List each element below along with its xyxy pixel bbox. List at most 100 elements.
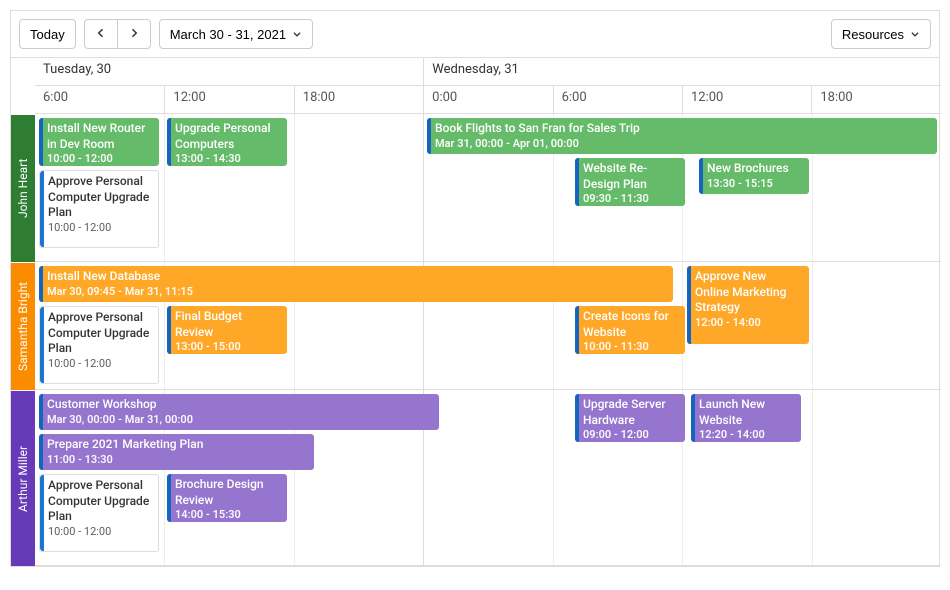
appointment-title: Install New Router in Dev Room <box>47 121 153 152</box>
appointment[interactable]: Approve New Online Marketing Strategy 12… <box>687 266 809 344</box>
resources-dropdown[interactable]: Resources <box>831 19 931 49</box>
time-slot: 0:00 <box>423 86 552 114</box>
resource-label-samantha[interactable]: Samantha Bright <box>11 262 35 390</box>
appointment-time: 13:00 - 15:00 <box>175 340 281 354</box>
chevron-right-icon <box>128 27 140 42</box>
appointment-stripe <box>691 394 695 442</box>
appointment-stripe <box>39 394 43 430</box>
appointment[interactable]: Launch New Website 12:20 - 14:00 <box>691 394 801 442</box>
appointment-title: Upgrade Server Hardware <box>583 397 679 428</box>
grid-area: Tuesday, 30 Wednesday, 31 6:00 12:00 18:… <box>35 58 941 566</box>
appointment-time: 14:00 - 15:30 <box>175 508 281 522</box>
appointment[interactable]: Create Icons for Website 10:00 - 11:30 <box>575 306 685 354</box>
appointment-title: New Brochures <box>707 161 803 177</box>
day-header-row: Tuesday, 30 Wednesday, 31 <box>35 58 941 86</box>
appointment-title: Approve Personal Computer Upgrade Plan <box>48 478 152 525</box>
time-header-row: 6:00 12:00 18:00 0:00 6:00 12:00 18:00 <box>35 86 941 114</box>
day-header[interactable]: Wednesday, 31 <box>423 58 941 86</box>
appointment-stripe <box>575 306 579 354</box>
appointment[interactable]: Approve Personal Computer Upgrade Plan 1… <box>39 474 159 552</box>
time-slot: 18:00 <box>294 86 423 114</box>
scheduler-body: John Heart Samantha Bright Arthur Miller… <box>11 58 939 566</box>
appointment[interactable]: Upgrade Personal Computers 13:00 - 14:30 <box>167 118 287 166</box>
appointment[interactable]: Install New Database Mar 30, 09:45 - Mar… <box>39 266 673 302</box>
appointment-stripe <box>40 307 44 383</box>
appointment-stripe <box>40 475 44 551</box>
chevron-down-icon <box>910 27 920 42</box>
appointment-title: Brochure Design Review <box>175 477 281 508</box>
today-button[interactable]: Today <box>19 19 76 49</box>
appointment-time: 10:00 - 11:30 <box>583 340 679 354</box>
resource-axis: John Heart Samantha Bright Arthur Miller <box>11 58 35 566</box>
resource-label-arthur[interactable]: Arthur Miller <box>11 390 35 566</box>
appointment[interactable]: Final Budget Review 13:00 - 15:00 <box>167 306 287 354</box>
appointment[interactable]: Upgrade Server Hardware 09:00 - 12:00 <box>575 394 685 442</box>
appointment-time: 10:00 - 12:00 <box>48 357 152 371</box>
appointment-stripe <box>39 434 43 470</box>
appointment-time: 13:00 - 14:30 <box>175 152 281 166</box>
appointment-title: Approve Personal Computer Upgrade Plan <box>48 174 152 221</box>
appointment-stripe <box>575 394 579 442</box>
toolbar: Today March 30 - 31, 2021 Resources <box>11 11 939 58</box>
appointment[interactable]: New Brochures 13:30 - 15:15 <box>699 158 809 194</box>
appointment-stripe <box>167 474 171 522</box>
time-slot: 18:00 <box>811 86 940 114</box>
appointment-stripe <box>39 118 43 166</box>
appointment-title: Final Budget Review <box>175 309 281 340</box>
appointment-title: Launch New Website <box>699 397 795 428</box>
appointment-stripe <box>167 118 171 166</box>
appointment-time: 12:20 - 14:00 <box>699 428 795 442</box>
date-range-label: March 30 - 31, 2021 <box>170 27 286 42</box>
appointment-title: Customer Workshop <box>47 397 433 413</box>
appointment-stripe <box>40 171 44 247</box>
appointment-title: Install New Database <box>47 269 667 285</box>
resource-row-samantha[interactable]: Install New Database Mar 30, 09:45 - Mar… <box>35 262 941 390</box>
time-slot: 6:00 <box>553 86 682 114</box>
appointment-time: Mar 30, 00:00 - Mar 31, 00:00 <box>47 413 433 427</box>
prev-button[interactable] <box>84 19 117 49</box>
appointment-time: 12:00 - 14:00 <box>695 316 803 330</box>
time-slot: 12:00 <box>164 86 293 114</box>
appointment-title: Approve Personal Computer Upgrade Plan <box>48 310 152 357</box>
appointment[interactable]: Approve Personal Computer Upgrade Plan 1… <box>39 306 159 384</box>
appointment-time: 10:00 - 12:00 <box>48 525 152 539</box>
appointment[interactable]: Customer Workshop Mar 30, 00:00 - Mar 31… <box>39 394 439 430</box>
appointment-stripe <box>39 266 43 302</box>
appointment-title: Book Flights to San Fran for Sales Trip <box>435 121 931 137</box>
appointment-time: 09:00 - 12:00 <box>583 428 679 442</box>
time-slot: 12:00 <box>682 86 811 114</box>
time-slot: 6:00 <box>35 86 164 114</box>
appointment-time: Mar 31, 00:00 - Apr 01, 00:00 <box>435 137 931 151</box>
chevron-left-icon <box>95 27 107 42</box>
appointment-title: Create Icons for Website <box>583 309 679 340</box>
appointment-title: Approve New Online Marketing Strategy <box>695 269 803 316</box>
appointment[interactable]: Website Re-Design Plan 09:30 - 11:30 <box>575 158 685 206</box>
nav-button-group <box>84 19 151 49</box>
appointment[interactable]: Brochure Design Review 14:00 - 15:30 <box>167 474 287 522</box>
resource-row-john[interactable]: Install New Router in Dev Room 10:00 - 1… <box>35 114 941 262</box>
appointment-time: 09:30 - 11:30 <box>583 192 679 206</box>
appointment-title: Upgrade Personal Computers <box>175 121 281 152</box>
appointment-time: 10:00 - 12:00 <box>48 221 152 235</box>
appointment[interactable]: Prepare 2021 Marketing Plan 11:00 - 13:3… <box>39 434 314 470</box>
today-label: Today <box>30 27 65 42</box>
appointment-time: 11:00 - 13:30 <box>47 453 308 467</box>
appointment-time: 10:00 - 12:00 <box>47 152 153 166</box>
appointment-time: Mar 30, 09:45 - Mar 31, 11:15 <box>47 285 667 299</box>
resource-label-john[interactable]: John Heart <box>11 114 35 262</box>
appointment-stripe <box>167 306 171 354</box>
next-button[interactable] <box>117 19 151 49</box>
resource-row-arthur[interactable]: Customer Workshop Mar 30, 00:00 - Mar 31… <box>35 390 941 566</box>
scheduler: Today March 30 - 31, 2021 Resources <box>10 10 940 567</box>
appointment-stripe <box>575 158 579 206</box>
appointment[interactable]: Approve Personal Computer Upgrade Plan 1… <box>39 170 159 248</box>
appointment[interactable]: Install New Router in Dev Room 10:00 - 1… <box>39 118 159 166</box>
resources-label: Resources <box>842 27 904 42</box>
appointment-stripe <box>699 158 703 194</box>
appointment-time: 13:30 - 15:15 <box>707 177 803 191</box>
appointment-title: Prepare 2021 Marketing Plan <box>47 437 308 453</box>
appointment[interactable]: Book Flights to San Fran for Sales Trip … <box>427 118 937 154</box>
appointment-stripe <box>687 266 691 344</box>
date-range-dropdown[interactable]: March 30 - 31, 2021 <box>159 19 313 49</box>
day-header[interactable]: Tuesday, 30 <box>35 58 423 86</box>
